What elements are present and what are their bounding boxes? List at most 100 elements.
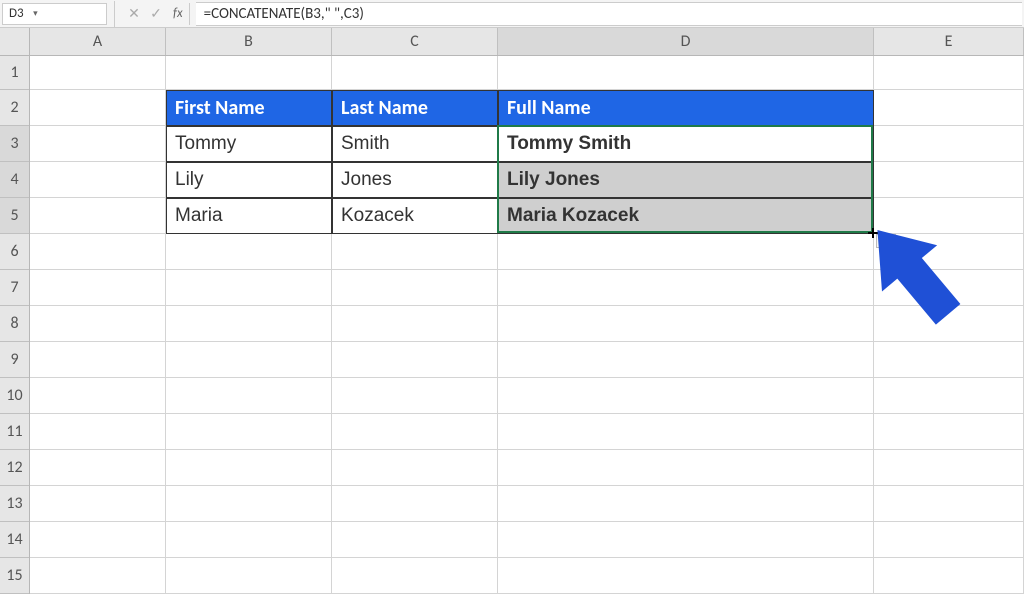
- column-header[interactable]: B: [166, 28, 332, 55]
- cell[interactable]: [498, 378, 874, 414]
- column-header[interactable]: E: [874, 28, 1024, 55]
- cell[interactable]: [166, 558, 332, 594]
- cancel-icon[interactable]: ✕: [127, 5, 141, 22]
- cell[interactable]: [332, 450, 498, 486]
- cell[interactable]: [874, 56, 1024, 90]
- cell[interactable]: [30, 450, 166, 486]
- cell[interactable]: [874, 486, 1024, 522]
- cell[interactable]: [498, 56, 874, 90]
- table-cell[interactable]: Jones: [332, 162, 498, 198]
- cell[interactable]: [332, 486, 498, 522]
- cell[interactable]: [874, 558, 1024, 594]
- chevron-down-icon[interactable]: ▾: [24, 8, 38, 19]
- cell[interactable]: [30, 56, 166, 90]
- table-header-cell[interactable]: Last Name: [332, 90, 498, 126]
- table-cell[interactable]: Maria Kozacek: [498, 198, 874, 234]
- cell[interactable]: [332, 342, 498, 378]
- cell[interactable]: [166, 56, 332, 90]
- table-cell[interactable]: Lily: [166, 162, 332, 198]
- cell[interactable]: [498, 522, 874, 558]
- cell[interactable]: [332, 378, 498, 414]
- cell[interactable]: [166, 450, 332, 486]
- cell[interactable]: [332, 56, 498, 90]
- table-cell[interactable]: Smith: [332, 126, 498, 162]
- cell[interactable]: [498, 486, 874, 522]
- table-cell[interactable]: Kozacek: [332, 198, 498, 234]
- accept-icon[interactable]: ✓: [149, 5, 163, 22]
- row-header[interactable]: 7: [0, 270, 29, 306]
- cell[interactable]: [30, 306, 166, 342]
- name-box[interactable]: D3 ▾: [2, 3, 107, 25]
- fx-icon[interactable]: fx: [173, 6, 183, 21]
- row-header[interactable]: 9: [0, 342, 29, 378]
- table-header-cell[interactable]: First Name: [166, 90, 332, 126]
- table-cell[interactable]: Lily Jones: [498, 162, 874, 198]
- row-header[interactable]: 15: [0, 558, 29, 594]
- table-cell[interactable]: Tommy: [166, 126, 332, 162]
- cell[interactable]: [332, 558, 498, 594]
- cell[interactable]: [30, 198, 166, 234]
- cell[interactable]: [30, 342, 166, 378]
- cell[interactable]: [166, 270, 332, 306]
- select-all-corner[interactable]: [0, 28, 30, 56]
- cell[interactable]: [332, 306, 498, 342]
- row-header[interactable]: 14: [0, 522, 29, 558]
- cell[interactable]: [874, 342, 1024, 378]
- cell[interactable]: [166, 306, 332, 342]
- cell[interactable]: [30, 234, 166, 270]
- cell[interactable]: [498, 558, 874, 594]
- cell[interactable]: [166, 414, 332, 450]
- cell[interactable]: [332, 270, 498, 306]
- table-cell[interactable]: Maria: [166, 198, 332, 234]
- row-header[interactable]: 3: [0, 126, 29, 162]
- cell[interactable]: [30, 558, 166, 594]
- cell[interactable]: [166, 378, 332, 414]
- separator: [189, 3, 190, 25]
- cell[interactable]: [332, 522, 498, 558]
- cell[interactable]: [166, 342, 332, 378]
- cell[interactable]: [874, 126, 1024, 162]
- row-header[interactable]: 12: [0, 450, 29, 486]
- table-header-cell[interactable]: Full Name: [498, 90, 874, 126]
- row-header[interactable]: 13: [0, 486, 29, 522]
- name-box-value: D3: [9, 6, 24, 21]
- cell[interactable]: [166, 234, 332, 270]
- column-header[interactable]: C: [332, 28, 498, 55]
- column-header[interactable]: D: [498, 28, 874, 55]
- formula-input[interactable]: =CONCATENATE(B3," ",C3): [196, 2, 1022, 26]
- cell[interactable]: [30, 126, 166, 162]
- cell[interactable]: [332, 414, 498, 450]
- cell[interactable]: [874, 414, 1024, 450]
- cell[interactable]: [166, 486, 332, 522]
- cell[interactable]: [30, 414, 166, 450]
- cell[interactable]: [498, 450, 874, 486]
- row-header[interactable]: 10: [0, 378, 29, 414]
- cell[interactable]: [498, 234, 874, 270]
- cell[interactable]: [166, 522, 332, 558]
- column-header[interactable]: A: [30, 28, 166, 55]
- row-header[interactable]: 1: [0, 56, 29, 90]
- cell[interactable]: [874, 90, 1024, 126]
- row-header[interactable]: 2: [0, 90, 29, 126]
- cell[interactable]: [874, 522, 1024, 558]
- cell[interactable]: [874, 378, 1024, 414]
- cell[interactable]: [498, 270, 874, 306]
- row-header[interactable]: 6: [0, 234, 29, 270]
- cell[interactable]: [30, 522, 166, 558]
- cell[interactable]: [498, 306, 874, 342]
- row-header[interactable]: 8: [0, 306, 29, 342]
- cell[interactable]: [30, 162, 166, 198]
- cell[interactable]: [30, 90, 166, 126]
- row-header[interactable]: 11: [0, 414, 29, 450]
- table-cell[interactable]: Tommy Smith: [498, 126, 874, 162]
- cell[interactable]: [498, 414, 874, 450]
- row-header[interactable]: 5: [0, 198, 29, 234]
- cell[interactable]: [332, 234, 498, 270]
- row-header[interactable]: 4: [0, 162, 29, 198]
- cell[interactable]: [30, 486, 166, 522]
- cell[interactable]: [30, 270, 166, 306]
- cell[interactable]: [874, 450, 1024, 486]
- cell[interactable]: [30, 378, 166, 414]
- cell[interactable]: [874, 162, 1024, 198]
- cell[interactable]: [498, 342, 874, 378]
